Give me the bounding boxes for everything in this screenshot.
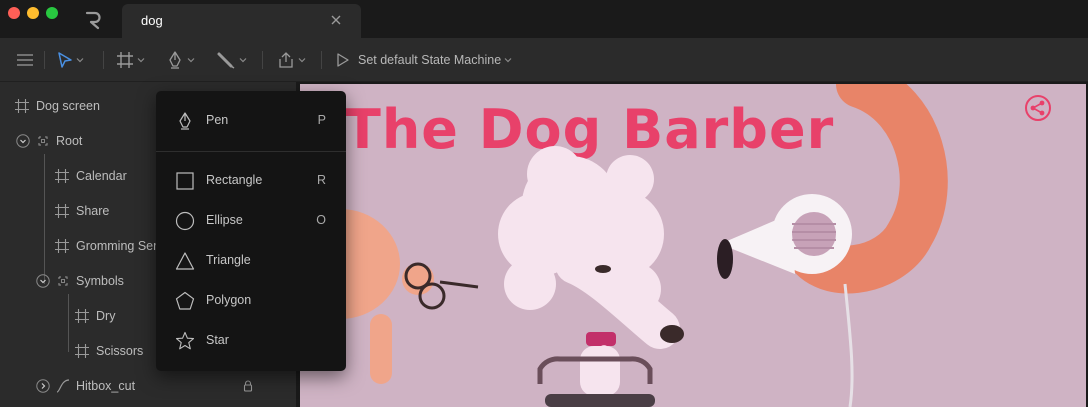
menu-divider — [156, 151, 346, 152]
window-maximize-button[interactable] — [46, 7, 58, 19]
artboard-icon — [55, 169, 69, 183]
window-minimize-button[interactable] — [27, 7, 39, 19]
chevron-down-icon — [76, 58, 84, 63]
artboard-tool-button[interactable] — [116, 38, 145, 82]
artboard-icon — [75, 344, 89, 358]
tree-item-label: Gromming Serv — [76, 239, 164, 253]
dog-barber-illustration — [300, 84, 948, 407]
title-bar: dog — [0, 0, 1088, 38]
group-icon — [38, 136, 48, 146]
artboard-icon — [15, 99, 29, 113]
artboard-dog-screen[interactable]: The Dog Barber — [300, 84, 1086, 407]
brush-tool-button[interactable] — [216, 38, 247, 82]
hamburger-icon — [17, 54, 33, 66]
state-machine-label: Set default State Machine — [358, 53, 502, 67]
artboard-icon — [55, 239, 69, 253]
tree-item-label: Calendar — [76, 169, 127, 183]
pen-tool-dropdown-menu: Pen P Rectangle R Ellipse O Triangle Pol… — [156, 91, 346, 371]
toolbar-divider — [103, 51, 104, 69]
play-icon — [337, 53, 349, 67]
tree-item-label: Dog screen — [36, 99, 100, 113]
brush-icon — [217, 52, 235, 69]
toolbar-divider — [44, 51, 45, 69]
collapse-toggle-icon[interactable] — [36, 274, 50, 288]
group-icon — [58, 276, 68, 286]
app-logo-icon[interactable] — [84, 10, 104, 30]
shortcut-hint: O — [316, 213, 326, 227]
toolbar-divider — [321, 51, 322, 69]
menu-item-pen[interactable]: Pen P — [156, 101, 346, 141]
tree-item-label: Scissors — [96, 344, 144, 358]
pen-icon — [179, 112, 191, 130]
tree-item-label: Dry — [96, 309, 116, 323]
share-icon[interactable] — [1024, 94, 1052, 122]
toolbar-divider — [262, 51, 263, 69]
close-icon[interactable] — [329, 13, 343, 27]
shortcut-hint: R — [316, 173, 326, 187]
star-icon — [175, 331, 195, 350]
menu-item-label: Polygon — [206, 293, 252, 307]
window-close-button[interactable] — [8, 7, 20, 19]
chevron-down-icon — [298, 58, 306, 63]
menu-item-ellipse[interactable]: Ellipse O — [156, 201, 346, 241]
select-tool-button[interactable] — [57, 38, 84, 82]
menu-item-label: Star — [206, 333, 229, 347]
expand-toggle-icon[interactable] — [36, 379, 50, 393]
pen-tool-button[interactable] — [166, 38, 195, 82]
chevron-down-icon — [239, 58, 247, 63]
artboard-icon — [75, 309, 89, 323]
triangle-icon — [175, 252, 195, 270]
menu-item-label: Pen — [206, 113, 229, 127]
menu-item-triangle[interactable]: Triangle — [156, 241, 346, 281]
path-icon — [56, 379, 70, 393]
frame-icon — [117, 52, 133, 68]
state-machine-button[interactable]: Set default State Machine — [336, 38, 512, 82]
menu-item-star[interactable]: Star — [156, 321, 346, 361]
menu-item-polygon[interactable]: Polygon — [156, 281, 346, 321]
ellipse-icon — [175, 211, 195, 231]
tab-label: dog — [141, 13, 163, 28]
lock-icon[interactable] — [243, 380, 253, 392]
toolbar: Set default State Machine — [0, 38, 1088, 82]
collapse-toggle-icon[interactable] — [16, 134, 30, 148]
export-button[interactable] — [277, 38, 306, 82]
tab-dog[interactable]: dog — [122, 4, 361, 38]
canvas[interactable]: The Dog Barber — [296, 82, 1088, 407]
tree-item-label: Hitbox_cut — [76, 379, 136, 393]
artboard-icon — [55, 204, 69, 218]
polygon-icon — [175, 291, 195, 310]
menu-item-label: Ellipse — [206, 213, 243, 227]
pen-icon — [169, 51, 181, 69]
menu-item-label: Rectangle — [206, 173, 263, 187]
tree-item-hitbox-cut[interactable]: Hitbox_cut — [0, 369, 296, 404]
tree-item-label: Symbols — [76, 274, 124, 288]
menu-button[interactable] — [16, 38, 34, 82]
shortcut-hint: P — [317, 113, 326, 127]
chevron-down-icon — [137, 58, 145, 63]
menu-item-label: Triangle — [206, 253, 251, 267]
cursor-icon — [58, 52, 72, 68]
tree-item-label: Root — [56, 134, 83, 148]
menu-item-rectangle[interactable]: Rectangle R — [156, 161, 346, 201]
rectangle-icon — [176, 172, 194, 190]
chevron-down-icon — [504, 58, 512, 63]
tree-item-label: Share — [76, 204, 110, 218]
chevron-down-icon — [187, 58, 195, 63]
share-export-icon — [279, 52, 293, 68]
